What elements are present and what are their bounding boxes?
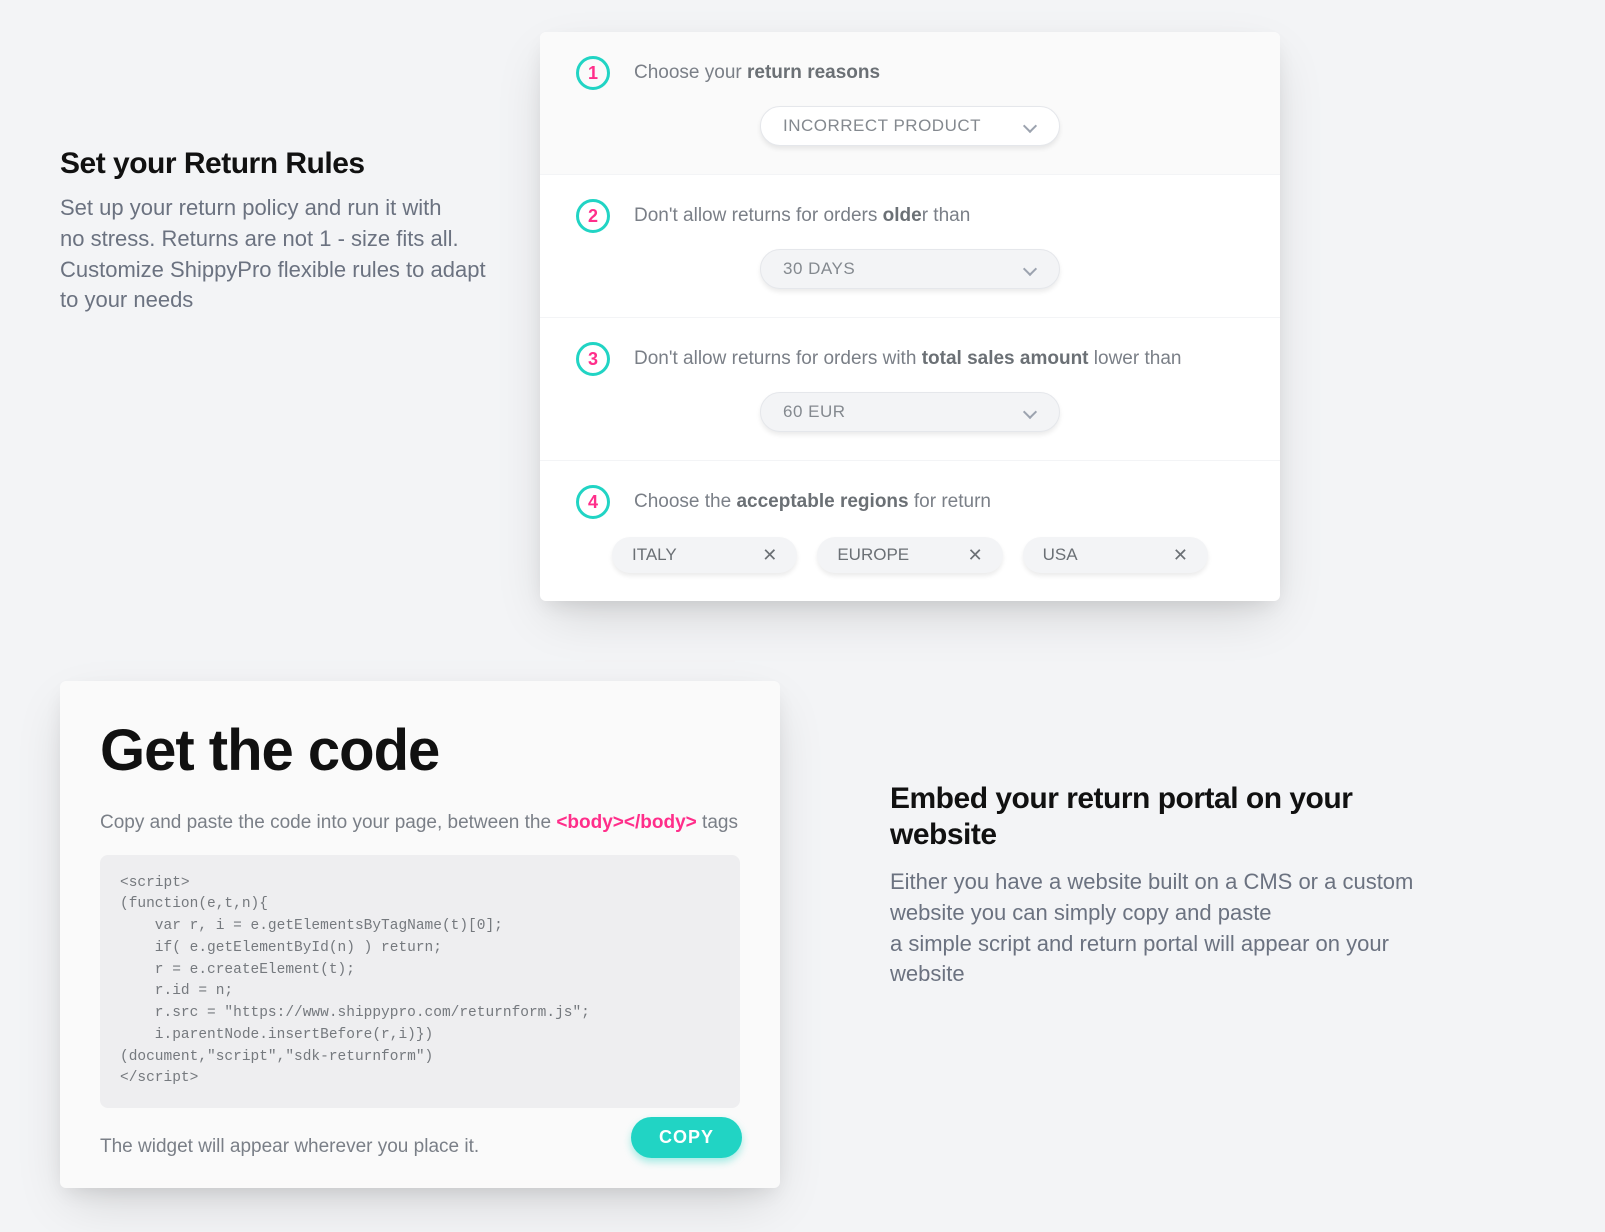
rule-row-reasons: 1 Choose your return reasons INCORRECT P… — [540, 32, 1280, 175]
rule-number-2: 2 — [576, 199, 610, 233]
reason-select[interactable]: INCORRECT PRODUCT — [760, 106, 1060, 146]
embed-body: Either you have a website built on a CMS… — [890, 867, 1430, 990]
amount-select-value: 60 EUR — [783, 402, 846, 422]
close-icon[interactable]: ✕ — [762, 545, 777, 566]
code-snippet[interactable]: <script> (function(e,t,n){ var r, i = e.… — [100, 855, 740, 1109]
return-rules-card: 1 Choose your return reasons INCORRECT P… — [540, 32, 1280, 601]
copy-button[interactable]: COPY — [631, 1117, 742, 1158]
return-rules-body: Set up your return policy and run it wit… — [60, 193, 490, 316]
close-icon[interactable]: ✕ — [1173, 545, 1188, 566]
chevron-down-icon — [1023, 405, 1037, 419]
rule-label-amount: Don't allow returns for orders with tota… — [634, 348, 1181, 370]
reason-select-value: INCORRECT PRODUCT — [783, 116, 981, 136]
rule-label-older: Don't allow returns for orders older tha… — [634, 205, 970, 227]
rule-label-reasons: Choose your return reasons — [634, 62, 880, 84]
older-select-value: 30 DAYS — [783, 259, 855, 279]
chevron-down-icon — [1023, 119, 1037, 133]
return-rules-heading: Set your Return Rules — [60, 147, 490, 181]
close-icon[interactable]: ✕ — [968, 545, 983, 566]
region-tag-usa[interactable]: USA ✕ — [1023, 537, 1208, 573]
region-tag-label: EUROPE — [837, 545, 909, 565]
region-tag-italy[interactable]: ITALY ✕ — [612, 537, 797, 573]
rule-number-3: 3 — [576, 342, 610, 376]
rule-row-older: 2 Don't allow returns for orders older t… — [540, 175, 1280, 318]
rule-label-regions: Choose the acceptable regions for return — [634, 491, 991, 513]
rule-row-regions: 4 Choose the acceptable regions for retu… — [540, 461, 1280, 601]
region-tag-europe[interactable]: EUROPE ✕ — [817, 537, 1002, 573]
rule-row-amount: 3 Don't allow returns for orders with to… — [540, 318, 1280, 461]
region-tag-label: USA — [1043, 545, 1078, 565]
get-code-card: Get the code Copy and paste the code int… — [60, 681, 780, 1188]
rule-number-1: 1 — [576, 56, 610, 90]
code-instruction: Copy and paste the code into your page, … — [100, 810, 740, 837]
amount-select[interactable]: 60 EUR — [760, 392, 1060, 432]
chevron-down-icon — [1023, 262, 1037, 276]
get-code-heading: Get the code — [100, 717, 740, 784]
embed-heading: Embed your return portal on your website — [890, 781, 1430, 853]
region-tag-label: ITALY — [632, 545, 677, 565]
older-select[interactable]: 30 DAYS — [760, 249, 1060, 289]
body-tag-highlight: <body></body> — [556, 812, 696, 833]
rule-number-4: 4 — [576, 485, 610, 519]
